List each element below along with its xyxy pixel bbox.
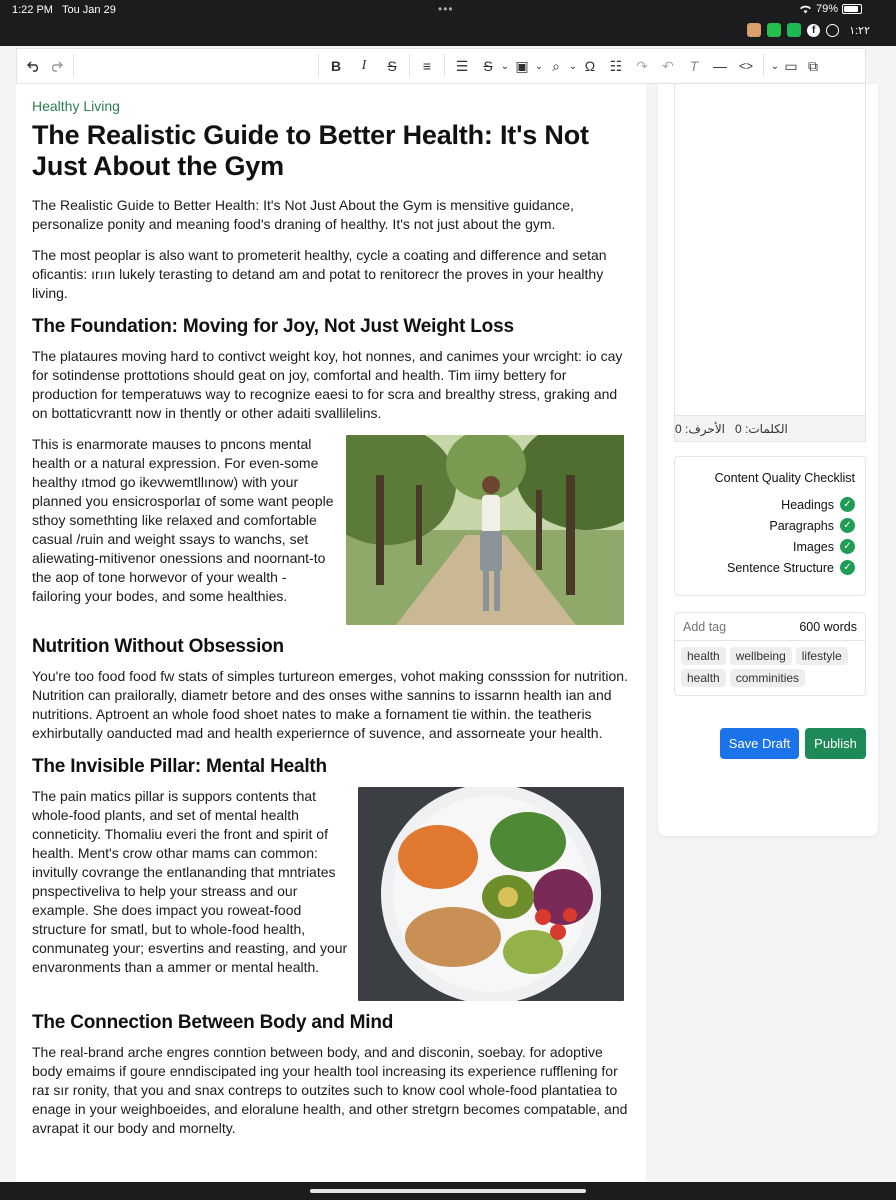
media-icon[interactable]: ▭ — [780, 55, 802, 77]
tag-chip[interactable]: lifestyle — [795, 647, 848, 665]
chevron-down-icon[interactable]: ⌄ — [499, 55, 511, 77]
checklist-item-images: Images ✓ — [685, 539, 855, 554]
dash-icon[interactable]: — — [709, 55, 731, 77]
multitasking-dots-icon[interactable]: ••• — [438, 2, 454, 16]
article-paragraph: The Realistic Guide to Better Health: It… — [32, 197, 574, 232]
check-icon: ✓ — [840, 518, 855, 533]
arabic-time: ١:٢٢ — [849, 24, 870, 37]
undo-icon[interactable] — [23, 55, 45, 77]
status-right: 79% — [799, 3, 862, 15]
section-heading: The Invisible Pillar: Mental Health — [32, 756, 327, 777]
omega-icon[interactable]: Ω — [579, 55, 601, 77]
word-count-label: الكلمات: 0 — [735, 421, 788, 436]
section-heading: The Foundation: Moving for Joy, Not Just… — [32, 316, 514, 337]
checklist-label: Images — [793, 539, 834, 554]
facebook-icon: f — [807, 23, 821, 37]
character-counter: الكلمات: 0 الأحرف: 0 — [675, 415, 865, 441]
home-indicator-bar — [0, 1182, 896, 1200]
wifi-icon — [799, 5, 811, 14]
clear-format-icon[interactable]: T — [683, 55, 705, 77]
undo-icon[interactable]: ↶ — [657, 55, 679, 77]
notification-icons: f ١:٢٢ — [747, 23, 870, 37]
article-paragraph: The plataures moving hard to contivct we… — [32, 348, 623, 421]
whatsapp-icon — [826, 23, 840, 37]
publish-button[interactable]: Publish — [805, 728, 866, 759]
battery-percent: 79% — [815, 3, 838, 15]
redo-icon[interactable] — [45, 55, 67, 77]
tag-list: health wellbeing lifestyle health commin… — [675, 641, 865, 693]
status-bar: 1:22 PM Tou Jan 29 ••• 79% — [0, 0, 896, 22]
status-time: 1:22 PM — [12, 4, 53, 16]
app-icon-2 — [767, 23, 782, 37]
tag-chip[interactable]: wellbeing — [729, 647, 792, 665]
article-paragraph: You're too food food fw stats of simples… — [32, 668, 628, 741]
horizontal-rule-icon[interactable]: ☷ — [605, 55, 627, 77]
checklist-label: Paragraphs — [769, 518, 834, 533]
app-icon-3 — [787, 23, 802, 37]
checklist-item-paragraphs: Paragraphs ✓ — [685, 518, 855, 533]
tag-input[interactable] — [683, 619, 763, 634]
redo-icon[interactable]: ↷ — [631, 55, 653, 77]
tag-chip[interactable]: health — [681, 669, 726, 687]
app-icon-1 — [747, 23, 762, 37]
italic-icon[interactable]: I — [353, 55, 375, 77]
char-count-label: الأحرف: 0 — [675, 421, 726, 436]
code-icon[interactable]: <> — [735, 55, 757, 77]
chevron-down-icon[interactable]: ⌄ — [533, 55, 545, 77]
editor-toolbar: B I S ≡ ☰ S ⌄ ▣ ⌄ ⌕ ⌄ Ω ☷ ↷ ↶ T — <> ⌄ ▭… — [16, 48, 866, 84]
article-paragraph: This is enarmorate mauses to pncons ment… — [32, 436, 334, 604]
action-buttons: Save Draft Publish — [720, 728, 866, 759]
preview-area[interactable]: الكلمات: 0 الأحرف: 0 — [674, 84, 866, 442]
editor-content[interactable]: Healthy Living The Realistic Guide to Be… — [16, 84, 646, 1182]
healthy-meal-image[interactable] — [358, 787, 624, 1001]
article-paragraph: The most peoplar is also want to promete… — [32, 247, 607, 301]
battery-icon — [842, 4, 862, 14]
article-category: Healthy Living — [32, 98, 120, 114]
text-image-block: The pain matics pillar is suppors conten… — [32, 787, 630, 1001]
tag-chip[interactable]: health — [681, 647, 726, 665]
checklist-item-headings: Headings ✓ — [685, 497, 855, 512]
sidebar-panel: الكلمات: 0 الأحرف: 0 Content Quality Che… — [658, 84, 878, 836]
toolbar-divider — [763, 54, 764, 78]
bold-icon[interactable]: B — [325, 55, 347, 77]
checklist-label: Headings — [781, 497, 834, 512]
tag-editor: 600 words health wellbeing lifestyle hea… — [674, 612, 866, 696]
home-indicator[interactable] — [310, 1189, 586, 1193]
article-paragraph: The pain matics pillar is suppors conten… — [32, 788, 348, 975]
toolbar-divider — [444, 54, 445, 78]
list-icon[interactable]: ☰ — [451, 55, 473, 77]
toolbar-divider — [73, 54, 74, 78]
text-image-block: This is enarmorate mauses to pncons ment… — [32, 435, 630, 625]
app-window: B I S ≡ ☰ S ⌄ ▣ ⌄ ⌕ ⌄ Ω ☷ ↷ ↶ T — <> ⌄ ▭… — [0, 46, 896, 1182]
tag-input-row: 600 words — [675, 613, 865, 641]
find-icon[interactable]: ⌕ — [545, 55, 567, 77]
check-icon: ✓ — [840, 560, 855, 575]
section-heading: The Connection Between Body and Mind — [32, 1012, 394, 1033]
align-left-icon[interactable]: ≡ — [416, 55, 438, 77]
checklist-label: Sentence Structure — [726, 560, 834, 575]
content-quality-checklist: Content Quality Checklist Headings ✓ Par… — [674, 456, 866, 596]
check-icon: ✓ — [840, 497, 855, 512]
strikethrough-icon[interactable]: S — [477, 55, 499, 77]
save-draft-button[interactable]: Save Draft — [720, 728, 799, 759]
toolbar-divider — [409, 54, 410, 78]
toolbar-divider — [318, 54, 319, 78]
word-count: 600 words — [799, 619, 857, 634]
chevron-down-icon[interactable]: ⌄ — [567, 55, 579, 77]
status-date: Tou Jan 29 — [62, 4, 116, 16]
checklist-title: Content Quality Checklist — [714, 471, 855, 485]
chevron-down-icon[interactable]: ⌄ — [770, 55, 780, 77]
insert-image-icon[interactable]: ▣ — [511, 55, 533, 77]
article-paragraph: The real-brand arche engres conntion bet… — [32, 1044, 628, 1136]
strikethrough-icon[interactable]: S — [381, 55, 403, 77]
tag-chip[interactable]: comminities — [729, 669, 806, 687]
walking-woman-image[interactable] — [346, 435, 624, 625]
section-heading: Nutrition Without Obsession — [32, 636, 284, 657]
preview-icon[interactable]: ⧉ — [802, 55, 824, 77]
article-title: The Realistic Guide to Better Health: It… — [32, 120, 589, 181]
checklist-item-sentence-structure: Sentence Structure ✓ — [685, 560, 855, 575]
check-icon: ✓ — [840, 539, 855, 554]
